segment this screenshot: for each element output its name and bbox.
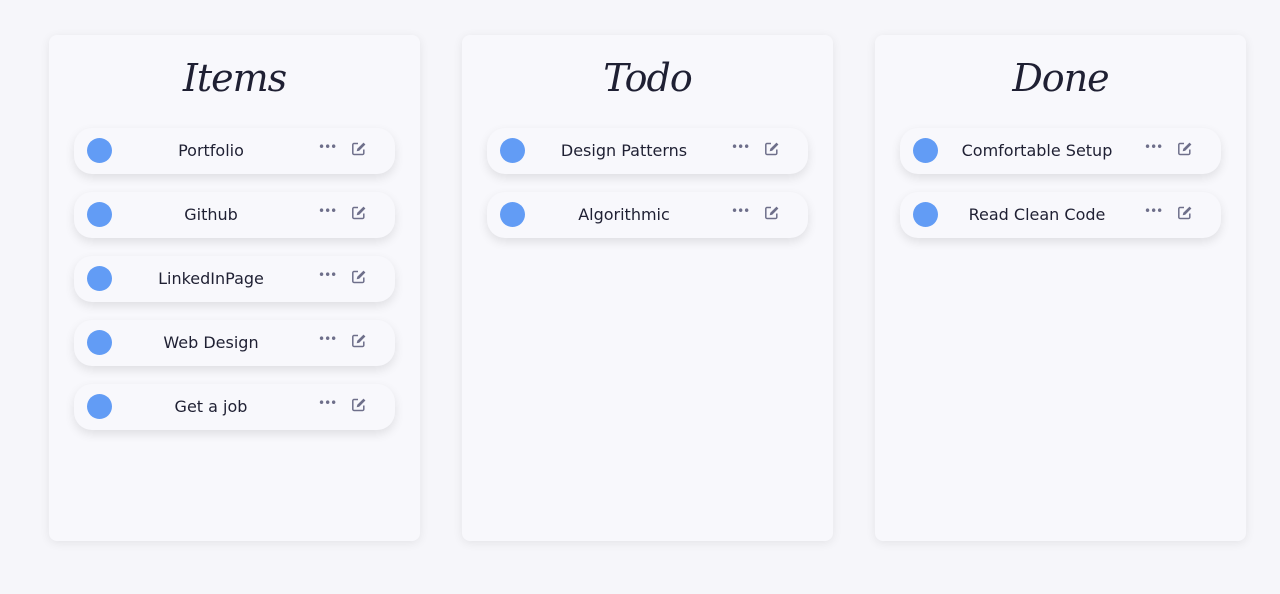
edit-icon[interactable] — [1177, 205, 1193, 221]
status-dot[interactable] — [500, 138, 525, 163]
column-item-list: Comfortable Setup ••• Read Clean Code ••… — [900, 128, 1221, 256]
status-dot[interactable] — [87, 202, 112, 227]
list-item[interactable]: Get a job ••• — [74, 384, 395, 430]
column-items: Items Portfolio ••• Github ••• LinkedInP… — [49, 35, 420, 541]
item-label: Web Design — [163, 333, 259, 352]
status-dot[interactable] — [500, 202, 525, 227]
edit-icon[interactable] — [1177, 141, 1193, 157]
more-options-icon[interactable]: ••• — [731, 141, 750, 154]
edit-icon[interactable] — [351, 269, 367, 285]
more-options-icon[interactable]: ••• — [318, 333, 337, 346]
item-label: Get a job — [174, 397, 248, 416]
item-label: Read Clean Code — [968, 205, 1106, 224]
edit-icon[interactable] — [351, 397, 367, 413]
status-dot[interactable] — [87, 266, 112, 291]
column-todo: Todo Design Patterns ••• Algorithmic ••• — [462, 35, 833, 541]
edit-icon[interactable] — [764, 205, 780, 221]
more-options-icon[interactable]: ••• — [318, 205, 337, 218]
kanban-board: Items Portfolio ••• Github ••• LinkedInP… — [0, 0, 1280, 594]
list-item[interactable]: Web Design ••• — [74, 320, 395, 366]
list-item[interactable]: Read Clean Code ••• — [900, 192, 1221, 238]
edit-icon[interactable] — [351, 141, 367, 157]
more-options-icon[interactable]: ••• — [1144, 205, 1163, 218]
column-title: Todo — [603, 56, 692, 100]
list-item[interactable]: Design Patterns ••• — [487, 128, 808, 174]
list-item[interactable]: LinkedInPage ••• — [74, 256, 395, 302]
status-dot[interactable] — [913, 202, 938, 227]
more-options-icon[interactable]: ••• — [318, 141, 337, 154]
edit-icon[interactable] — [764, 141, 780, 157]
item-label: Portfolio — [178, 141, 244, 160]
item-label: Design Patterns — [560, 141, 688, 160]
more-options-icon[interactable]: ••• — [1144, 141, 1163, 154]
status-dot[interactable] — [87, 330, 112, 355]
status-dot[interactable] — [913, 138, 938, 163]
column-title: Items — [182, 56, 287, 100]
item-label: Algorithmic — [578, 205, 670, 224]
edit-icon[interactable] — [351, 333, 367, 349]
column-item-list: Portfolio ••• Github ••• LinkedInPage ••… — [74, 128, 395, 448]
more-options-icon[interactable]: ••• — [318, 397, 337, 410]
item-label: Github — [184, 205, 238, 224]
item-label: LinkedInPage — [158, 269, 264, 288]
list-item[interactable]: Comfortable Setup ••• — [900, 128, 1221, 174]
item-label: Comfortable Setup — [961, 141, 1113, 160]
column-item-list: Design Patterns ••• Algorithmic ••• — [487, 128, 808, 256]
more-options-icon[interactable]: ••• — [731, 205, 750, 218]
more-options-icon[interactable]: ••• — [318, 269, 337, 282]
list-item[interactable]: Github ••• — [74, 192, 395, 238]
edit-icon[interactable] — [351, 205, 367, 221]
list-item[interactable]: Portfolio ••• — [74, 128, 395, 174]
status-dot[interactable] — [87, 138, 112, 163]
column-done: Done Comfortable Setup ••• Read Clean Co… — [875, 35, 1246, 541]
column-title: Done — [1012, 56, 1109, 100]
status-dot[interactable] — [87, 394, 112, 419]
list-item[interactable]: Algorithmic ••• — [487, 192, 808, 238]
